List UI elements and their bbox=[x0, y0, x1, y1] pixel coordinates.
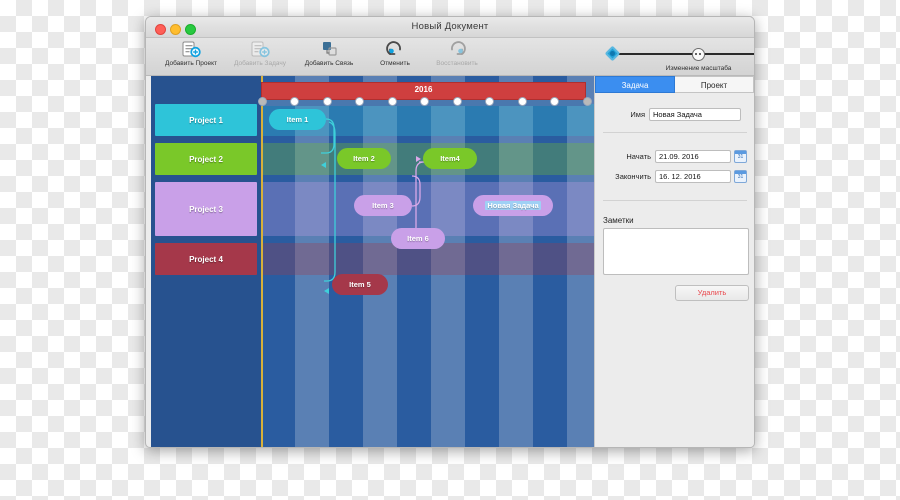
window-body: 2016 Project 1 Project 2 Project 3 Project … bbox=[146, 76, 754, 447]
gantt-chart-canvas[interactable]: 2016 Project 1 Project 2 Project 3 Project … bbox=[151, 76, 594, 447]
task-pill[interactable]: Item 6 bbox=[391, 228, 445, 249]
task-pill-label: Item 5 bbox=[349, 280, 371, 289]
add-task-icon bbox=[223, 40, 297, 59]
tab-task[interactable]: Задача bbox=[595, 76, 675, 93]
start-date-label: Начать bbox=[626, 152, 651, 161]
divider-bottom bbox=[603, 200, 747, 201]
start-date-row: Начать 31 bbox=[603, 150, 753, 163]
tab-project[interactable]: Проект bbox=[675, 76, 754, 93]
task-pill[interactable]: Item 2 bbox=[337, 148, 391, 169]
delete-button[interactable]: Удалить bbox=[675, 285, 749, 301]
timeline-tick-dot[interactable] bbox=[582, 97, 592, 106]
zoom-slider-track bbox=[613, 53, 754, 55]
end-date-input[interactable] bbox=[655, 170, 731, 183]
timeline-year-label: 2016 bbox=[414, 85, 433, 94]
add-link-icon bbox=[292, 40, 366, 59]
end-date-label: Закончить bbox=[615, 172, 651, 181]
toolbar-item-label: Добавить Связь bbox=[304, 60, 354, 67]
timeline-tick-dot[interactable] bbox=[387, 97, 397, 106]
timeline-tick-dot[interactable] bbox=[290, 97, 299, 106]
timeline-tick-dot[interactable] bbox=[355, 97, 364, 106]
task-pill-label: Новая Задача bbox=[485, 201, 541, 210]
window-title: Новый Документ bbox=[411, 21, 489, 32]
toolbar-item-label: Добавить Проект bbox=[165, 60, 217, 67]
notes-label: Заметки bbox=[603, 216, 634, 225]
zoom-out-handle[interactable] bbox=[604, 45, 621, 62]
task-pill[interactable]: Item 1 bbox=[269, 109, 326, 130]
add-project-icon bbox=[154, 40, 228, 59]
toolbar-item-label: Восстановить bbox=[436, 60, 478, 67]
notes-textarea[interactable] bbox=[603, 228, 749, 275]
task-pill[interactable]: Item4 bbox=[423, 148, 477, 169]
zoom-slider-knob[interactable] bbox=[692, 48, 705, 61]
task-pill-label: Item 3 bbox=[372, 201, 394, 210]
inspector-panel: Задача Проект Имя Начать 31 Закончить 31 bbox=[594, 76, 754, 447]
timeline-tick-dot[interactable] bbox=[257, 97, 267, 106]
main-toolbar: Добавить Проект Добавить Задачу Добавить… bbox=[146, 38, 754, 76]
project-block[interactable]: Project 2 bbox=[155, 143, 257, 175]
toolbar-item-label: Добавить Задачу bbox=[234, 60, 286, 67]
start-date-input[interactable] bbox=[655, 150, 731, 163]
window-titlebar: Новый Документ bbox=[146, 17, 754, 38]
project-block[interactable]: Project 1 bbox=[155, 104, 257, 136]
toolbar-add-task-button[interactable]: Добавить Задачу bbox=[223, 40, 297, 67]
task-pill-label: Item 2 bbox=[353, 154, 375, 163]
toolbar-redo-button[interactable]: Восстановить bbox=[420, 40, 494, 67]
task-pill-label: Item 1 bbox=[286, 115, 309, 124]
task-pill[interactable]: Новая Задача bbox=[473, 195, 553, 216]
calendar-day-number: 31 bbox=[737, 174, 744, 180]
gantt-today-marker bbox=[261, 76, 263, 447]
timeline-tick-dot[interactable] bbox=[452, 97, 462, 106]
task-pill-label: Item4 bbox=[440, 154, 460, 163]
project-block[interactable]: Project 3 bbox=[155, 182, 257, 236]
name-field-label: Имя bbox=[630, 110, 645, 119]
timeline-tick-dot[interactable] bbox=[322, 97, 332, 106]
project-block[interactable]: Project 4 bbox=[155, 243, 257, 275]
timeline-tick-dot[interactable] bbox=[485, 97, 494, 106]
task-pill[interactable]: Item 5 bbox=[332, 274, 388, 295]
calendar-day-number: 31 bbox=[737, 154, 744, 160]
divider-top bbox=[603, 132, 747, 133]
toolbar-add-project-button[interactable]: Добавить Проект bbox=[154, 40, 228, 67]
start-date-calendar-icon[interactable]: 31 bbox=[734, 150, 747, 163]
zoom-slider-label: Изменение масштаба bbox=[665, 65, 732, 72]
end-date-calendar-icon[interactable]: 31 bbox=[734, 170, 747, 183]
app-window: Новый Документ Добавить Проект Добавить … bbox=[145, 16, 755, 448]
task-pill-label: Item 6 bbox=[407, 234, 429, 243]
end-date-row: Закончить 31 bbox=[603, 170, 753, 183]
toolbar-add-link-button[interactable]: Добавить Связь bbox=[292, 40, 366, 67]
inspector-tabs: Задача Проект bbox=[595, 76, 754, 93]
name-field-row: Имя bbox=[603, 108, 747, 121]
redo-icon bbox=[420, 40, 494, 59]
task-pill[interactable]: Item 3 bbox=[354, 195, 412, 216]
name-input[interactable] bbox=[649, 108, 741, 121]
timeline-tick-dot[interactable] bbox=[550, 97, 559, 106]
timeline-tick-dot[interactable] bbox=[420, 97, 429, 106]
timeline-tick-dot[interactable] bbox=[517, 97, 527, 106]
